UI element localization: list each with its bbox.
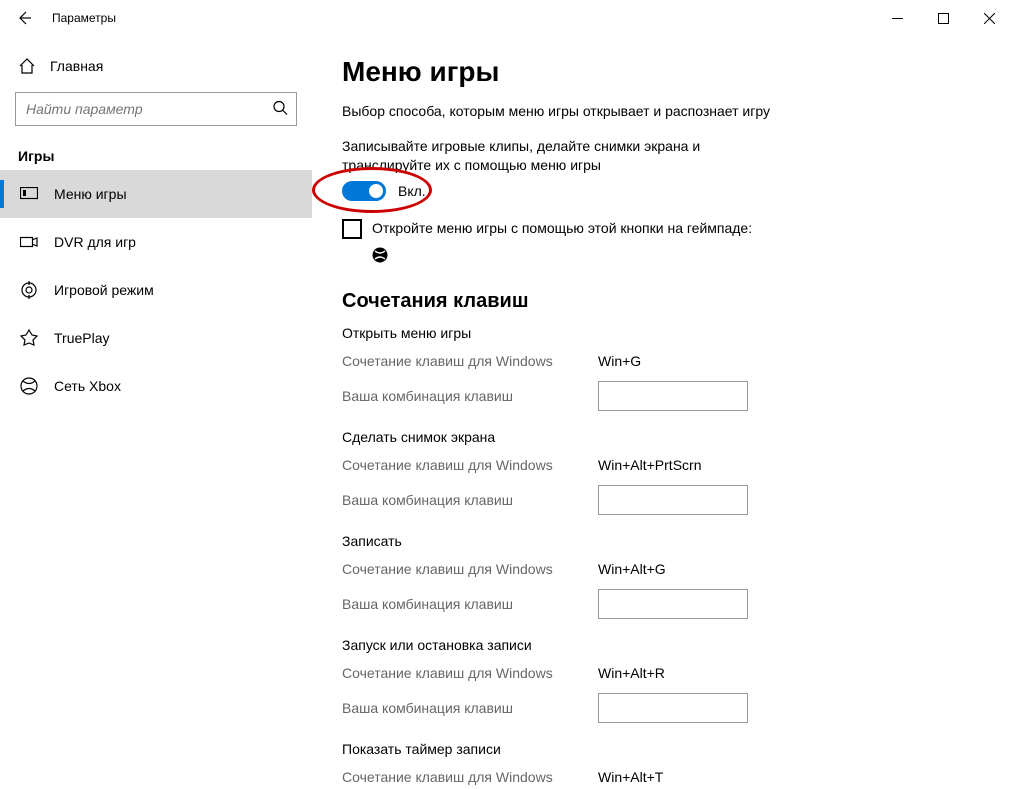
shortcut-windows-value: Win+Alt+R [598, 665, 665, 681]
shortcut-user-input[interactable] [598, 589, 748, 619]
shortcut-windows-label: Сочетание клавиш для Windows [342, 769, 598, 785]
sidebar-item-label: Меню игры [54, 186, 127, 202]
xbox-button-icon [372, 247, 982, 266]
minimize-button[interactable] [874, 0, 920, 36]
shortcut-row: Сочетание клавиш для WindowsWin+Alt+G [342, 555, 982, 583]
shortcut-user-input[interactable] [598, 485, 748, 515]
close-icon [984, 13, 995, 24]
game-bar-icon [18, 187, 40, 201]
home-icon [18, 57, 40, 75]
sidebar-home[interactable]: Главная [0, 46, 312, 86]
toggle-description: Записывайте игровые клипы, делайте снимк… [342, 137, 772, 175]
page-subtitle: Выбор способа, которым меню игры открыва… [342, 102, 772, 121]
toggle-label: Вкл. [398, 183, 426, 199]
arrow-left-icon [16, 10, 32, 26]
minimize-icon [892, 13, 903, 24]
toggle-row: Вкл. [342, 181, 982, 201]
close-button[interactable] [966, 0, 1012, 36]
shortcut-windows-value: Win+Alt+PrtScrn [598, 457, 701, 473]
gamepad-checkbox[interactable] [342, 219, 362, 239]
shortcut-row: Сочетание клавиш для WindowsWin+Alt+R [342, 659, 982, 687]
maximize-icon [938, 13, 949, 24]
back-button[interactable] [10, 4, 38, 32]
window-controls [874, 0, 1012, 36]
search-icon [272, 100, 288, 119]
shortcut-windows-label: Сочетание клавиш для Windows [342, 353, 598, 369]
shortcut-block: Открыть меню игры Сочетание клавиш для Wi… [342, 325, 982, 411]
shortcut-title: Записать [342, 533, 982, 549]
shortcut-user-label: Ваша комбинация клавиш [342, 388, 598, 404]
page-title: Меню игры [342, 56, 982, 88]
shortcut-user-label: Ваша комбинация клавиш [342, 700, 598, 716]
sidebar-item-game-mode[interactable]: Игровой режим [0, 266, 312, 314]
toggle-knob [369, 184, 383, 198]
shortcut-user-input[interactable] [598, 381, 748, 411]
sidebar-item-label: DVR для игр [54, 234, 136, 250]
toggle-switch[interactable] [342, 181, 386, 201]
shortcut-block: Запуск или остановка записи Сочетание кла… [342, 637, 982, 723]
shortcut-user-input[interactable] [598, 693, 748, 723]
shortcut-row: Ваша комбинация клавиш [342, 693, 982, 723]
shortcut-user-label: Ваша комбинация клавиш [342, 492, 598, 508]
shortcuts-heading: Сочетания клавиш [342, 290, 982, 313]
shortcut-user-label: Ваша комбинация клавиш [342, 596, 598, 612]
game-mode-icon [18, 281, 40, 299]
shortcut-windows-label: Сочетание клавиш для Windows [342, 665, 598, 681]
sidebar-category: Игры [0, 126, 312, 170]
sidebar-item-label: Сеть Xbox [54, 378, 121, 394]
xbox-icon [18, 377, 40, 395]
shortcut-windows-label: Сочетание клавиш для Windows [342, 457, 598, 473]
search-input[interactable] [16, 93, 296, 125]
shortcut-block: Показать таймер записи Сочетание клавиш д… [342, 741, 982, 789]
checkbox-label: Откройте меню игры с помощью этой кнопки… [372, 219, 752, 237]
shortcut-block: Записать Сочетание клавиш для WindowsWin+… [342, 533, 982, 619]
sidebar-item-label: TruePlay [54, 330, 110, 346]
titlebar: Параметры [0, 0, 1012, 36]
shortcut-row: Сочетание клавиш для WindowsWin+G [342, 347, 982, 375]
shortcut-title: Показать таймер записи [342, 741, 982, 757]
shortcut-row: Ваша комбинация клавиш [342, 589, 982, 619]
shortcut-row: Ваша комбинация клавиш [342, 485, 982, 515]
sidebar-item-trueplay[interactable]: TruePlay [0, 314, 312, 362]
shortcut-windows-label: Сочетание клавиш для Windows [342, 561, 598, 577]
trueplay-icon [18, 329, 40, 347]
shortcut-block: Сделать снимок экрана Сочетание клавиш дл… [342, 429, 982, 515]
shortcut-title: Сделать снимок экрана [342, 429, 982, 445]
sidebar-item-xbox-network[interactable]: Сеть Xbox [0, 362, 312, 410]
sidebar-item-label: Игровой режим [54, 282, 154, 298]
shortcut-title: Запуск или остановка записи [342, 637, 982, 653]
checkbox-row: Откройте меню игры с помощью этой кнопки… [342, 219, 982, 239]
shortcut-windows-value: Win+Alt+G [598, 561, 666, 577]
sidebar: Главная Игры Меню игры DVR для игр [0, 36, 312, 789]
shortcut-windows-value: Win+G [598, 353, 641, 369]
shortcut-title: Открыть меню игры [342, 325, 982, 341]
content: Меню игры Выбор способа, которым меню иг… [312, 36, 1012, 789]
window-title: Параметры [52, 11, 116, 25]
maximize-button[interactable] [920, 0, 966, 36]
sidebar-item-game-bar[interactable]: Меню игры [0, 170, 312, 218]
shortcut-windows-value: Win+Alt+T [598, 769, 663, 785]
dvr-icon [18, 235, 40, 249]
shortcut-row: Сочетание клавиш для WindowsWin+Alt+T [342, 763, 982, 789]
sidebar-home-label: Главная [50, 58, 103, 74]
shortcut-row: Сочетание клавиш для WindowsWin+Alt+PrtS… [342, 451, 982, 479]
shortcut-row: Ваша комбинация клавиш [342, 381, 982, 411]
sidebar-item-game-dvr[interactable]: DVR для игр [0, 218, 312, 266]
search-box[interactable] [15, 92, 297, 126]
